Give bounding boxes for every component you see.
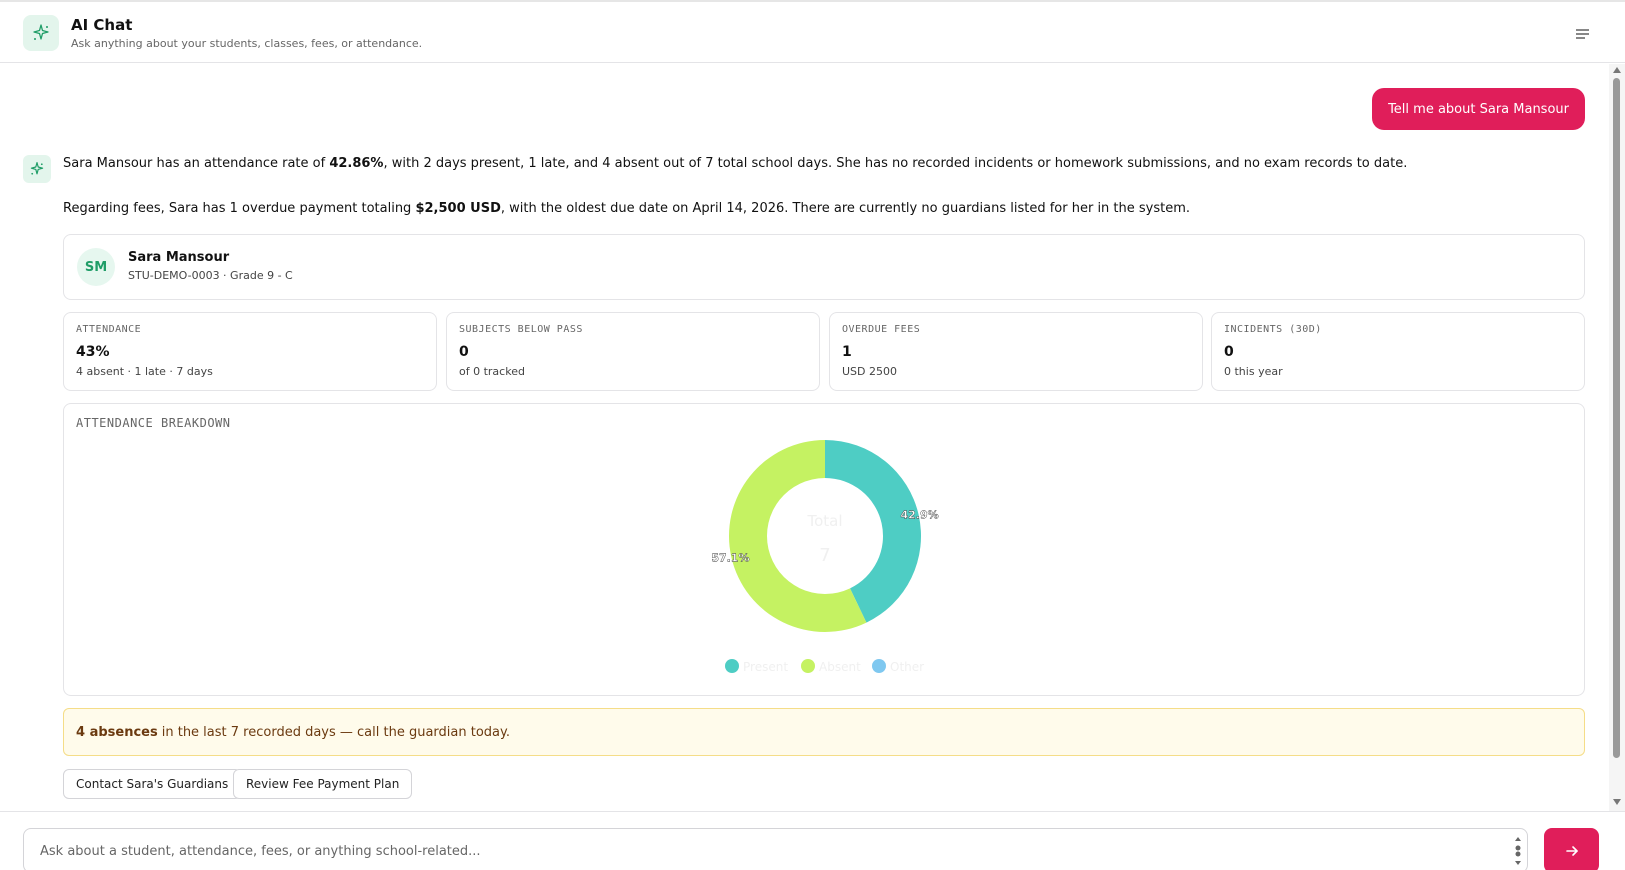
paragraph-text: Sara Mansour has an attendance rate of — [63, 156, 330, 171]
stat-label: INCIDENTS (30D) — [1224, 324, 1322, 335]
legend-item-absent[interactable]: Absent — [801, 659, 861, 674]
donut-data-label: 42.9% — [901, 509, 939, 522]
paragraph-text: Regarding fees, Sara has 1 overdue payme… — [63, 201, 416, 216]
legend-item-present[interactable]: Present — [725, 659, 788, 674]
legend-label: Absent — [819, 660, 861, 674]
arrow-right-icon — [1565, 845, 1578, 856]
attendance-donut-chart: 42.9% 57.1% Total 7 Present Absent Other — [711, 440, 939, 674]
composer-divider — [0, 811, 1625, 812]
app-header: AI Chat Ask anything about your students… — [0, 2, 1625, 63]
send-button[interactable] — [1544, 828, 1599, 870]
review-fee-plan-button[interactable]: Review Fee Payment Plan — [233, 769, 413, 799]
stat-sub: 4 absent · 1 late · 7 days — [76, 365, 213, 378]
stat-card-attendance: ATTENDANCE 43% 4 absent · 1 late · 7 day… — [63, 312, 437, 391]
absence-alert: 4 absences in the last 7 recorded days — … — [63, 708, 1585, 756]
stat-label: OVERDUE FEES — [842, 324, 921, 335]
legend-swatch — [725, 659, 739, 673]
alert-text: in the last 7 recorded days — call the g… — [161, 724, 510, 740]
stat-card-subjects-below-pass: SUBJECTS BELOW PASS 0 of 0 tracked — [446, 312, 820, 391]
legend-swatch — [872, 659, 886, 673]
stat-sub: 0 this year — [1224, 365, 1283, 378]
student-meta: STU-DEMO-0003 · Grade 9 - C — [128, 269, 293, 282]
scrollbar-thumb[interactable] — [1613, 78, 1620, 758]
donut-center-value: 7 — [819, 545, 830, 566]
assistant-paragraph-attendance: Sara Mansour has an attendance rate of 4… — [63, 156, 1407, 171]
legend-label: Present — [743, 660, 788, 674]
contact-guardians-button[interactable]: Contact Sara's Guardians — [63, 769, 242, 799]
paragraph-highlight: $2,500 USD — [415, 201, 501, 216]
page-title: AI Chat — [71, 16, 133, 34]
student-name: Sara Mansour — [128, 250, 230, 265]
stat-label: SUBJECTS BELOW PASS — [459, 324, 583, 335]
stat-value: 43% — [76, 344, 110, 360]
student-profile-card[interactable]: SM Sara Mansour STU-DEMO-0003 · Grade 9 … — [63, 234, 1585, 300]
attendance-breakdown-card: ATTENDANCE BREAKDOWN 42.9% 57.1% Total 7 Pre… — [63, 403, 1585, 696]
stat-sub: USD 2500 — [842, 365, 897, 378]
assistant-avatar-icon — [23, 155, 51, 183]
composer — [23, 828, 1528, 870]
menu-icon[interactable] — [1574, 26, 1592, 42]
paragraph-text: , with the oldest due date on April 14, … — [500, 201, 1191, 216]
sparkles-icon — [23, 15, 59, 51]
chat-input[interactable] — [40, 839, 1490, 863]
legend-label: Other — [890, 660, 924, 674]
stat-card-overdue-fees: OVERDUE FEES 1 USD 2500 — [829, 312, 1203, 391]
paragraph-text: , with 2 days present, 1 late, and 4 abs… — [383, 156, 1408, 171]
stat-value: 0 — [1224, 344, 1234, 360]
assistant-paragraph-fees: Regarding fees, Sara has 1 overdue payme… — [63, 201, 1190, 216]
legend-swatch — [801, 659, 815, 673]
chat-thread: Tell me about Sara Mansour Sara Mansour … — [0, 64, 1625, 811]
stat-value: 1 — [842, 344, 852, 360]
donut-data-label: 57.1% — [711, 551, 749, 564]
textarea-resize-icon[interactable] — [1513, 835, 1523, 867]
paragraph-highlight: 42.86% — [329, 156, 384, 171]
scroll-down-icon[interactable] — [1613, 799, 1621, 805]
stat-label: ATTENDANCE — [76, 324, 142, 335]
chat-scrollbar[interactable] — [1609, 64, 1625, 811]
stat-sub: of 0 tracked — [459, 365, 525, 378]
alert-highlight: 4 absences — [76, 724, 158, 740]
avatar: SM — [77, 248, 115, 286]
page-subtitle: Ask anything about your students, classe… — [71, 37, 423, 50]
donut-center-label: Total — [806, 512, 842, 530]
scroll-up-icon[interactable] — [1613, 67, 1621, 73]
stat-value: 0 — [459, 344, 469, 360]
legend-item-other[interactable]: Other — [872, 659, 924, 674]
stat-card-incidents: INCIDENTS (30D) 0 0 this year — [1211, 312, 1585, 391]
user-message: Tell me about Sara Mansour — [1372, 88, 1585, 130]
